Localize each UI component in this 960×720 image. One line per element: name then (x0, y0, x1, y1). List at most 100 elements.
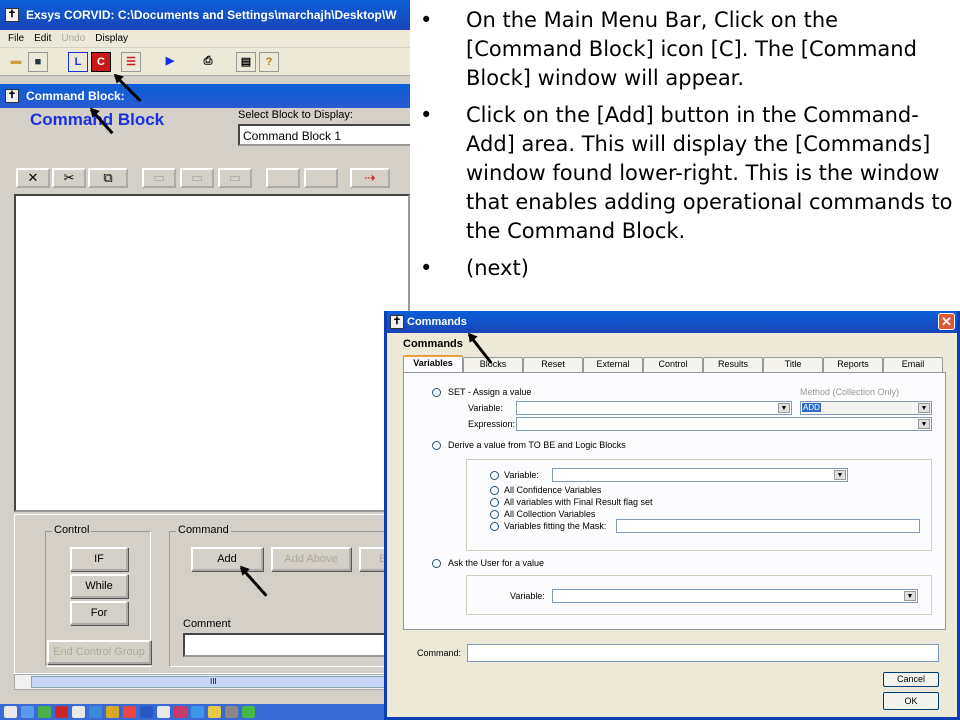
taskbar-icon-3[interactable] (38, 706, 51, 718)
run-icon[interactable]: ▶ (160, 52, 180, 72)
window-icon: ✝ (390, 315, 404, 329)
menu-undo[interactable]: Undo (61, 33, 85, 44)
taskbar (0, 704, 410, 720)
tab-blocks[interactable]: Blocks (463, 357, 523, 372)
expression-field[interactable]: ▼ (516, 417, 932, 431)
tab-email[interactable]: Email (883, 357, 943, 372)
cut-icon[interactable]: ✂ (52, 168, 86, 188)
for-button[interactable]: For (70, 601, 128, 625)
commands-heading: Commands (403, 338, 463, 350)
menu-file[interactable]: File (8, 33, 24, 44)
all-final-label: All variables with Final Result flag set (504, 497, 653, 507)
while-button[interactable]: While (70, 574, 128, 598)
cancel-button[interactable]: Cancel (883, 672, 939, 687)
comment-field[interactable] (183, 633, 403, 657)
tab-reports[interactable]: Reports (823, 357, 883, 372)
method-label: Method (Collection Only) (800, 387, 900, 397)
ask-user-label: Ask the User for a value (448, 558, 545, 568)
instruction-text: On the Main Menu Bar, Click on the [Comm… (466, 8, 917, 90)
app-icon: ✝ (5, 8, 19, 22)
derive-radio[interactable] (432, 441, 441, 450)
set-variable-dropdown[interactable]: ▼ (516, 401, 792, 415)
tab-external[interactable]: External (583, 357, 643, 372)
taskbar-icon-9[interactable] (140, 706, 153, 718)
save-icon[interactable]: ■ (28, 52, 48, 72)
taskbar-icon-15[interactable] (242, 706, 255, 718)
tab-reset[interactable]: Reset (523, 357, 583, 372)
ask-variable-label: Variable: (510, 591, 545, 601)
taskbar-icon-8[interactable] (123, 706, 136, 718)
derive-variable-dropdown[interactable]: ▼ (552, 468, 848, 482)
all-collection-radio[interactable] (490, 510, 499, 519)
command-list-area[interactable] (14, 194, 410, 512)
chevron-down-icon: ▼ (904, 591, 916, 601)
ok-button[interactable]: OK (883, 692, 939, 710)
taskbar-icon-10[interactable] (157, 706, 170, 718)
taskbar-icon-2[interactable] (21, 706, 34, 718)
list-icon[interactable]: ☰ (121, 52, 141, 72)
command-block-title-bar[interactable]: ✝ Command Block: (0, 84, 410, 108)
help-icon[interactable]: ? (259, 52, 279, 72)
taskbar-icon-5[interactable] (72, 706, 85, 718)
all-confidence-radio[interactable] (490, 486, 499, 495)
paste-below-icon[interactable]: ▭ (180, 168, 214, 188)
chevron-down-icon: ▼ (834, 470, 846, 480)
expression-label: Expression: (468, 419, 516, 429)
menu-edit[interactable]: Edit (34, 33, 51, 44)
taskbar-icon-1[interactable] (4, 706, 17, 718)
taskbar-icon-4[interactable] (55, 706, 68, 718)
taskbar-icon-12[interactable] (191, 706, 204, 718)
move-icon[interactable]: ⇢ (350, 168, 390, 188)
taskbar-icon-11[interactable] (174, 706, 187, 718)
tab-results[interactable]: Results (703, 357, 763, 372)
logic-block-icon[interactable]: L (68, 52, 88, 72)
paste-above-icon[interactable]: ▭ (142, 168, 176, 188)
end-control-group-button[interactable]: End Control Group (47, 640, 151, 664)
instruction-text: (next) (466, 256, 529, 280)
add-above-button[interactable]: Add Above (271, 547, 351, 571)
tab-variables[interactable]: Variables (403, 355, 463, 372)
blank-tool-1[interactable] (266, 168, 300, 188)
open-icon[interactable]: ▬ (6, 52, 26, 72)
command-line-label: Command: (417, 648, 462, 658)
ask-user-radio[interactable] (432, 559, 441, 568)
taskbar-icon-6[interactable] (89, 706, 102, 718)
commands-window: ✝ Commands ✕ Commands Variables Blocks R… (384, 311, 960, 720)
if-button[interactable]: IF (70, 547, 128, 571)
chevron-down-icon: ▼ (918, 419, 930, 429)
paste-into-icon[interactable]: ▭ (218, 168, 252, 188)
properties-icon[interactable]: ▤ (236, 52, 256, 72)
ask-variable-dropdown[interactable]: ▼ (552, 589, 918, 603)
set-radio[interactable] (432, 388, 441, 397)
main-title: Exsys CORVID: C:\Documents and Settings\… (26, 8, 397, 22)
comment-label: Comment (183, 618, 231, 630)
tab-control[interactable]: Control (643, 357, 703, 372)
print-icon[interactable]: ⎙ (198, 52, 218, 72)
command-line-field[interactable] (467, 644, 939, 662)
scroll-thumb[interactable]: III (31, 676, 401, 688)
lower-panel: Control IF While For End Control Group C… (14, 514, 410, 674)
derive-variable-radio[interactable] (490, 471, 499, 480)
mask-radio[interactable] (490, 522, 499, 531)
add-button[interactable]: Add (191, 547, 263, 571)
control-label: Control (52, 524, 92, 536)
blank-tool-2[interactable] (304, 168, 338, 188)
main-window: ✝ Exsys CORVID: C:\Documents and Setting… (0, 0, 410, 720)
close-icon[interactable]: ✕ (938, 313, 955, 330)
method-dropdown[interactable]: ADD ▼ (800, 401, 932, 415)
command-block-icon[interactable]: C (91, 52, 111, 72)
tab-title[interactable]: Title (763, 357, 823, 372)
taskbar-icon-7[interactable] (106, 706, 119, 718)
menu-display[interactable]: Display (95, 33, 128, 44)
copy-icon[interactable]: ⧉ (88, 168, 128, 188)
delete-icon[interactable]: ✕ (16, 168, 50, 188)
select-block-dropdown[interactable]: Command Block 1 (238, 124, 410, 146)
main-title-bar[interactable]: ✝ Exsys CORVID: C:\Documents and Setting… (0, 0, 410, 30)
variable-label: Variable: (468, 403, 503, 413)
mask-field[interactable] (616, 519, 920, 533)
taskbar-icon-13[interactable] (208, 706, 221, 718)
horizontal-scrollbar[interactable]: III (14, 674, 410, 690)
all-confidence-label: All Confidence Variables (504, 485, 602, 495)
all-final-radio[interactable] (490, 498, 499, 507)
taskbar-icon-14[interactable] (225, 706, 238, 718)
